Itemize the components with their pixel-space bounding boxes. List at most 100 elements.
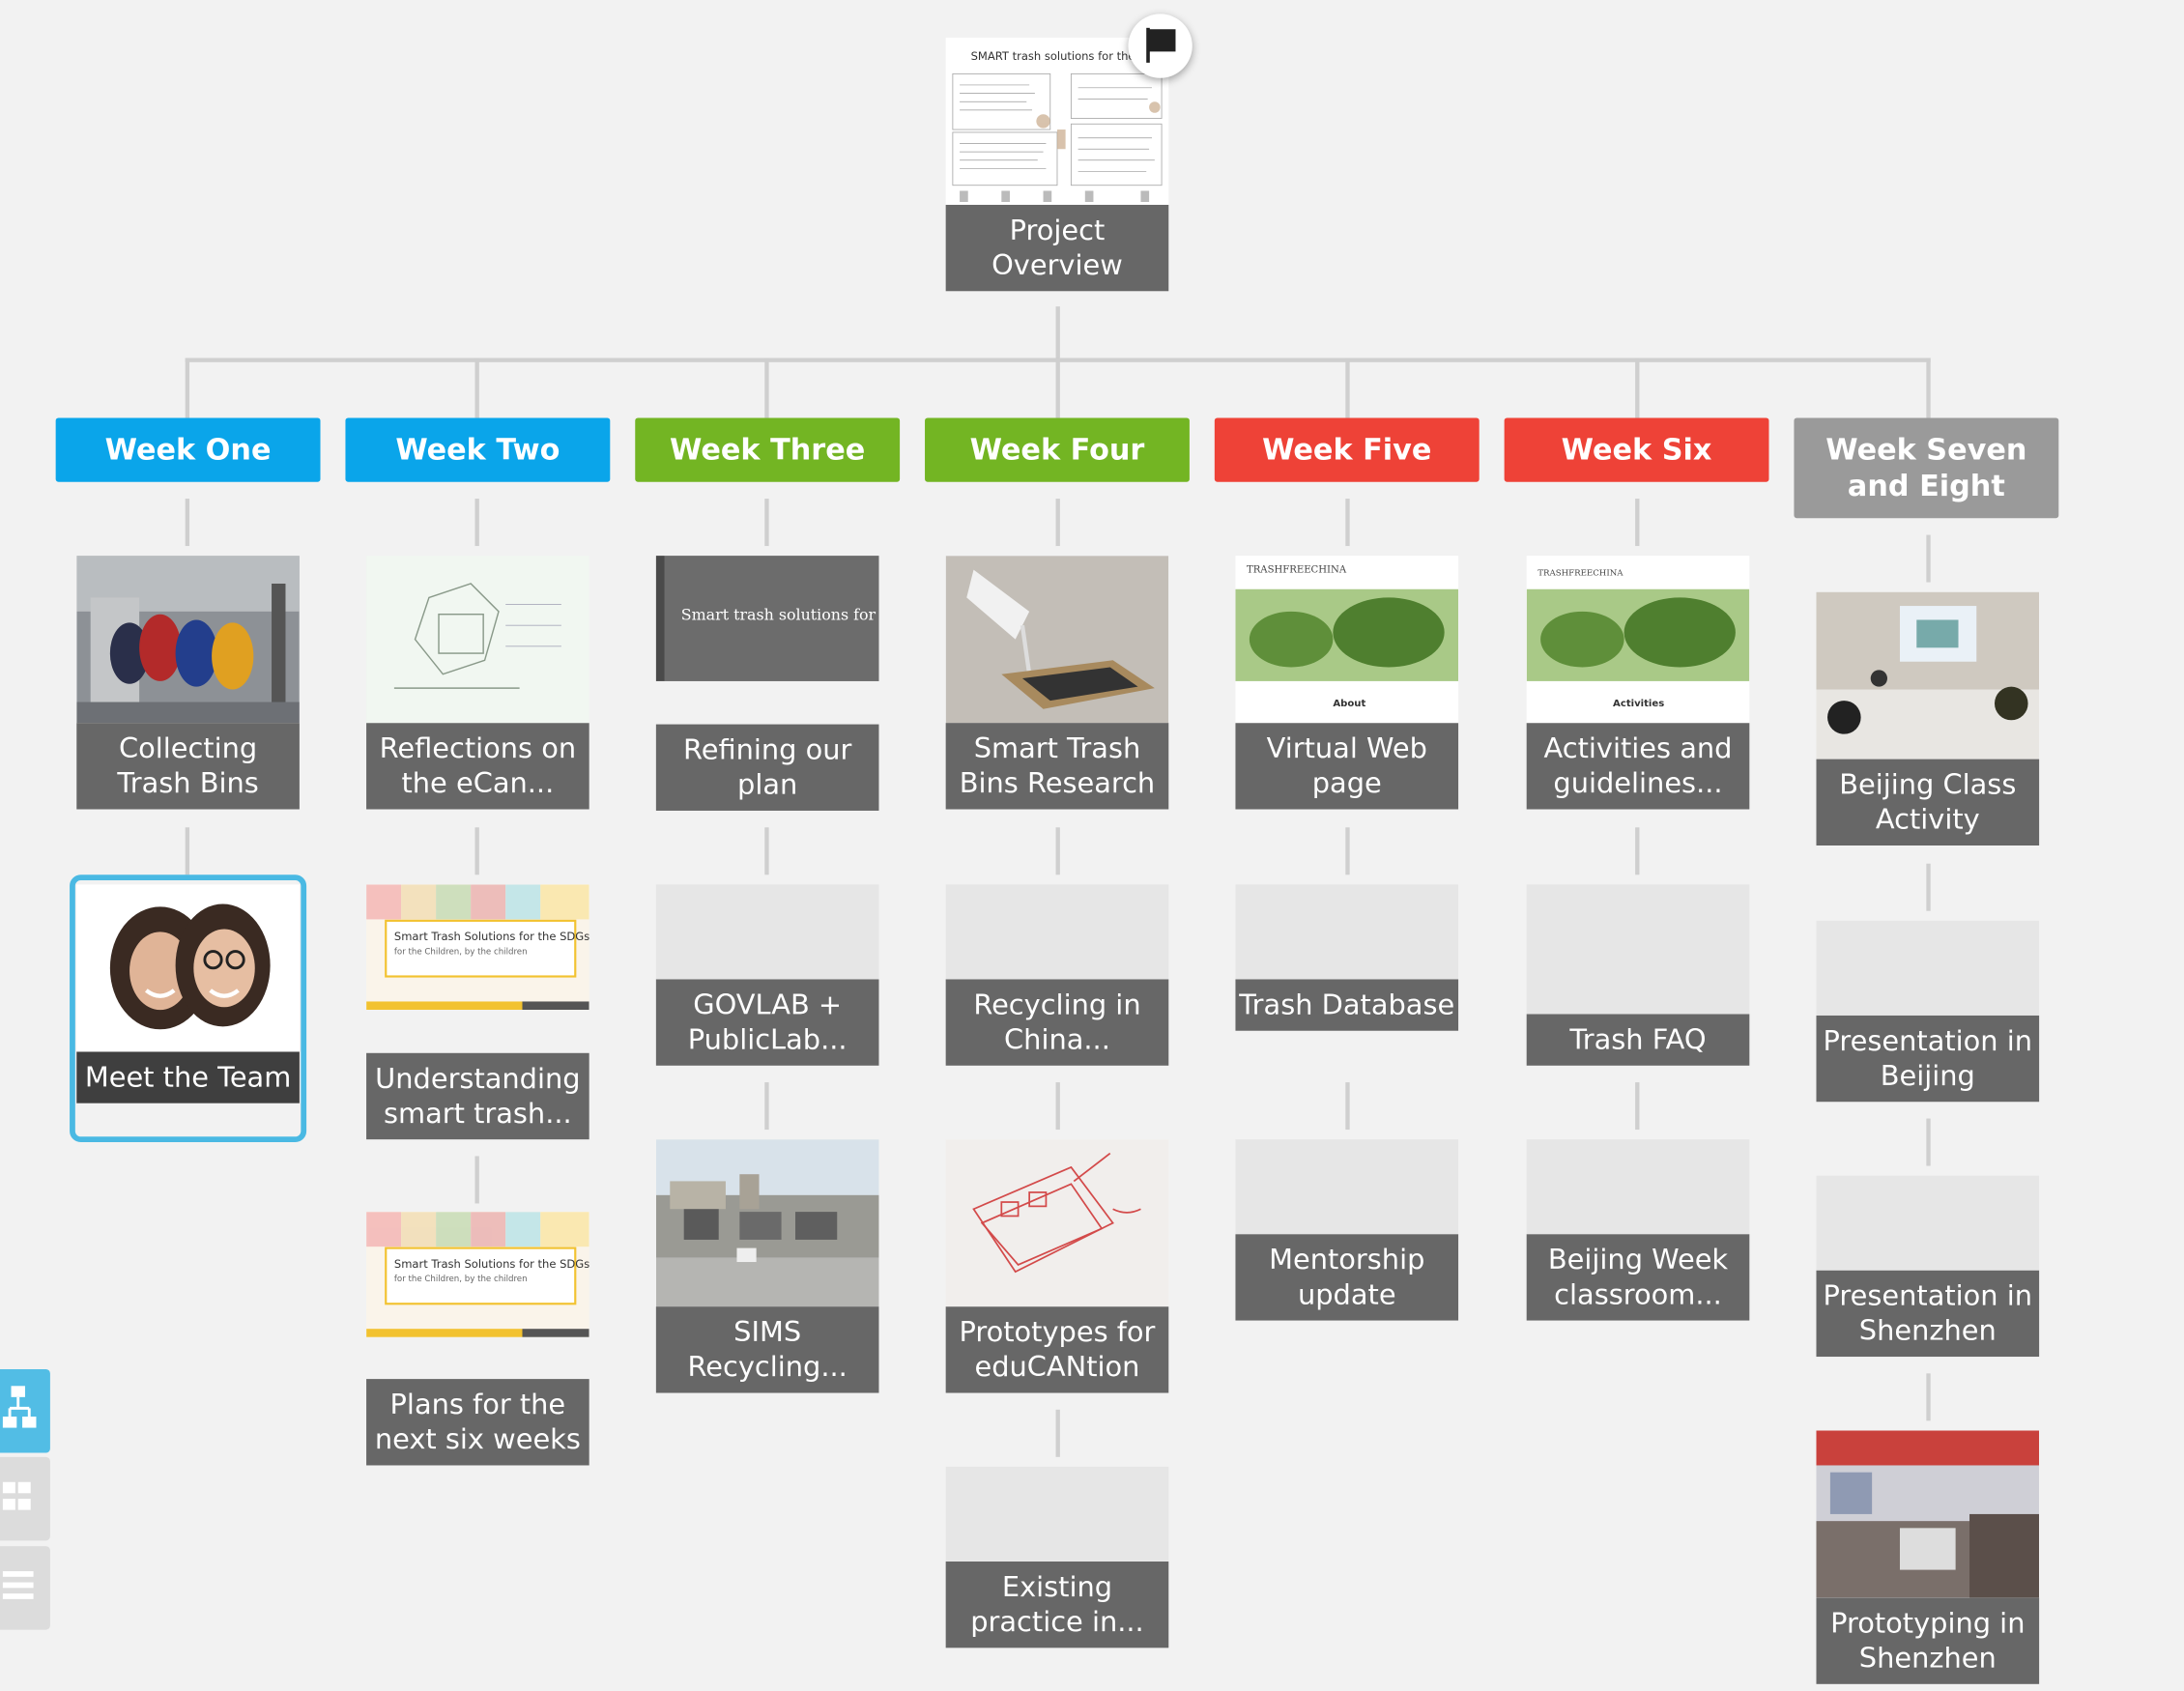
flag-icon [1146,27,1176,63]
card-presentation-in-shenzhen[interactable]: Presentation in Shenzhen [1816,1175,2040,1358]
week-one-header[interactable]: Week One [55,417,321,482]
card-meet-the-team[interactable]: Meet the Team [76,884,300,1103]
tree-view-button[interactable] [0,1369,50,1453]
connector [1055,1082,1060,1131]
slide-thumbnail: Smart trash solutions for the SDGs [655,556,879,681]
card-existing-practice[interactable]: Existing practice in... [945,1466,1169,1648]
connector [1345,827,1350,875]
connector [474,499,479,547]
card-prototypes-for-educantion[interactable]: Prototypes for eduCANtion [945,1139,1169,1393]
root-card-label: Project Overview [945,204,1169,292]
card-presentation-in-beijing[interactable]: Presentation in Beijing [1816,920,2040,1103]
grid-view-button[interactable] [0,1456,50,1541]
card-label: Prototyping in Shenzhen [1816,1597,2040,1684]
site-logo-text: TRASHFREECHINA [1537,568,1624,578]
connector [1926,534,1931,583]
connector [185,499,190,547]
card-label: Virtual Web page [1235,723,1459,810]
card-trash-database[interactable]: Trash Database [1235,884,1459,1031]
card-label: GOVLAB + PublicLab... [655,979,879,1066]
card-sims-recycling[interactable]: SIMS Recycling... [655,1139,879,1393]
connector [474,358,479,418]
card-label: Trash FAQ [1526,1014,1750,1066]
recycling-facility-photo [655,1139,879,1307]
card-smart-trash-bins-research[interactable]: Smart Trash Bins Research [945,556,1169,810]
card-prototyping-in-shenzhen[interactable]: Prototyping in Shenzhen [1816,1430,2040,1684]
card-beijing-week-classroom[interactable]: Beijing Week classroom... [1526,1139,1750,1321]
team-photo [76,884,300,1052]
card-beijing-class-activity[interactable]: Beijing Class Activity [1816,591,2040,846]
week-three-header[interactable]: Week Three [635,417,901,482]
card-label: Meet the Team [76,1051,300,1103]
card-label: Collecting Trash Bins [76,723,300,810]
connector [764,499,769,547]
card-label: SIMS Recycling... [655,1306,879,1393]
card-label: Refining our plan [655,724,879,811]
week-five-header[interactable]: Week Five [1214,417,1480,482]
week-label: Week Two [395,433,560,467]
flag-button[interactable] [1128,14,1193,78]
card-refining-our-plan[interactable]: Smart trash solutions for the SDGs [655,556,879,681]
connector [1055,306,1060,362]
card-govlab-publiclab[interactable]: GOVLAB + PublicLab... [655,884,879,1066]
connector [474,827,479,875]
card-understanding-smart-trash-label[interactable]: Understanding smart trash... [366,1052,589,1140]
empty-thumbnail [945,1466,1169,1562]
card-label: Plans for the next six weeks [366,1379,589,1466]
week-two-header[interactable]: Week Two [345,417,611,482]
card-label: Mentorship update [1235,1234,1459,1321]
card-collecting-trash-bins[interactable]: Collecting Trash Bins [76,556,300,810]
trash-bins-photo [76,556,300,724]
card-mentorship-update[interactable]: Mentorship update [1235,1139,1459,1321]
empty-thumbnail [1816,920,2040,1016]
card-label: Prototypes for eduCANtion [945,1306,1169,1393]
webpage-thumbnail: TRASHFREECHINA About [1235,556,1459,724]
list-view-button[interactable] [0,1546,50,1630]
card-plans-next-six-weeks-label[interactable]: Plans for the next six weeks [366,1379,589,1466]
prototype-photo [945,556,1169,724]
list-view-icon [2,1571,34,1599]
card-virtual-web-page[interactable]: TRASHFREECHINA About Virtual Web page [1235,556,1459,810]
card-label: Presentation in Beijing [1816,1015,2040,1103]
card-plans-next-six-weeks[interactable]: Smart Trash Solutions for the SDGs for t… [366,1212,589,1337]
card-activities-and-guidelines[interactable]: TRASHFREECHINA Activities Activities and… [1526,556,1750,810]
card-recycling-in-china[interactable]: Recycling in China... [945,884,1169,1066]
card-refining-our-plan-label[interactable]: Refining our plan [655,724,879,811]
week-label: Week Five [1262,433,1432,467]
card-understanding-smart-trash[interactable]: Smart Trash Solutions for the SDGs for t… [366,884,589,1013]
classroom-photo [1816,591,2040,760]
empty-thumbnail [655,884,879,980]
card-trash-faq[interactable]: Trash FAQ [1526,884,1750,1066]
connector [1635,1082,1640,1131]
site-logo-text: TRASHFREECHINA [1247,564,1347,575]
connector [1926,1118,1931,1166]
electronics-market-photo [1816,1430,2040,1598]
connector [1635,827,1640,875]
week-six-header[interactable]: Week Six [1504,417,1769,482]
connector [1926,1373,1931,1421]
week-seven-and-eight-header[interactable]: Week Seven and Eight [1794,417,2059,519]
webpage-thumbnail: TRASHFREECHINA Activities [1526,556,1750,724]
connector [1345,358,1350,418]
connector [185,358,190,418]
empty-thumbnail [945,884,1169,980]
slide-subtitle: for the Children, by the children [394,947,528,957]
week-label: Week Six [1561,433,1712,467]
slide-title: Smart Trash Solutions for the SDGs [394,930,589,943]
card-label: Beijing Class Activity [1816,759,2040,846]
connector [1055,499,1060,547]
week-label: Week Three [670,433,866,467]
connector [185,827,190,875]
card-label: Activities and guidelines... [1526,723,1750,810]
connector [474,1156,479,1204]
site-section-text: About [1333,699,1365,709]
slide-thumbnail: Smart Trash Solutions for the SDGs for t… [366,884,589,1011]
card-reflections-on-ecan[interactable]: Reflections on the eCan... [366,556,589,810]
card-label: Existing practice in... [945,1561,1169,1648]
empty-thumbnail [1816,1175,2040,1271]
week-four-header[interactable]: Week Four [925,417,1190,482]
mind-map-canvas: SMART trash solutions for the SDGs Proje… [0,0,2184,1691]
card-label: Presentation in Shenzhen [1816,1270,2040,1358]
card-label: Smart Trash Bins Research [945,723,1169,810]
connector [1345,499,1350,547]
